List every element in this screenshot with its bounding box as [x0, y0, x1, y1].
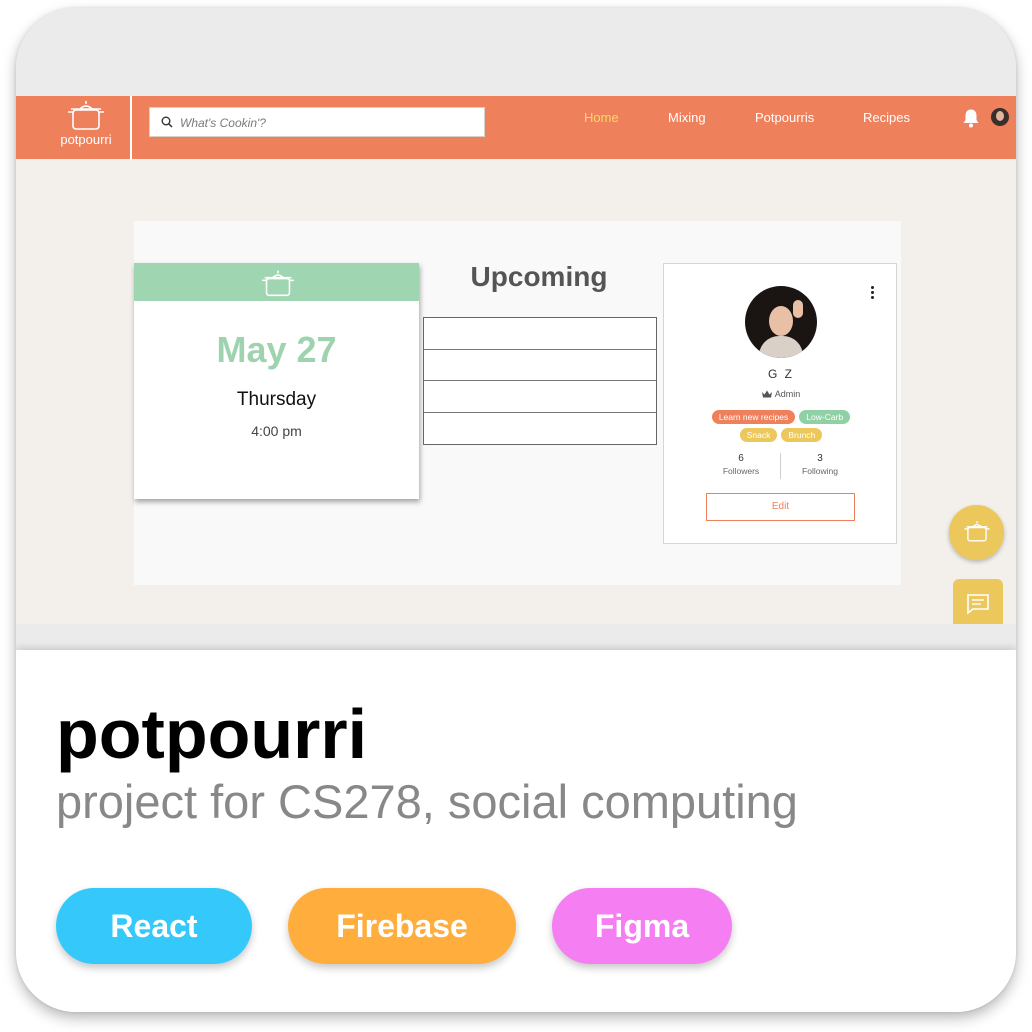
search-bar — [149, 107, 485, 137]
chat-button[interactable] — [953, 579, 1003, 624]
upcoming-row[interactable] — [424, 413, 656, 445]
search-input[interactable] — [180, 113, 470, 133]
pot-icon — [68, 101, 104, 130]
navbar: potpourri Home Mixing Potpourris Recipes — [16, 96, 1016, 159]
date-card: May 27 Thursday 4:00 pm — [134, 263, 419, 499]
dashboard-panel: May 27 Thursday 4:00 pm Upcoming G Z Adm… — [134, 221, 901, 585]
tech-badge-figma: Figma — [552, 888, 732, 964]
nav-potpourris[interactable]: Potpourris — [755, 110, 814, 125]
event-date: May 27 — [216, 329, 337, 370]
project-card: potpourri Home Mixing Potpourris Recipes — [16, 8, 1016, 1012]
profile-role-label: Admin — [774, 389, 801, 399]
nav-recipes[interactable]: Recipes — [863, 110, 910, 125]
project-title: potpourri — [56, 695, 368, 773]
project-subtitle: project for CS278, social computing — [56, 775, 798, 828]
app-window: potpourri Home Mixing Potpourris Recipes — [16, 96, 1016, 624]
nav-home[interactable]: Home — [584, 110, 619, 125]
nav-mixing[interactable]: Mixing — [668, 110, 706, 125]
tech-badge-react: React — [56, 888, 252, 964]
tag-snack[interactable]: Snack — [739, 428, 778, 442]
event-time: 4:00 pm — [251, 423, 302, 439]
chat-icon — [967, 594, 989, 615]
upcoming-row[interactable] — [424, 350, 656, 381]
crown-icon — [761, 390, 772, 398]
tech-badge-firebase: Firebase — [288, 888, 516, 964]
profile-avatar — [745, 286, 817, 358]
tag-low-carb[interactable]: Low-Carb — [799, 410, 851, 424]
profile-role: Admin — [664, 389, 898, 399]
bell-icon[interactable] — [962, 108, 980, 128]
upcoming-row[interactable] — [424, 318, 656, 350]
date-card-header — [134, 263, 419, 301]
app-screenshot: potpourri Home Mixing Potpourris Recipes — [16, 8, 1016, 650]
tag-learn-new-recipes[interactable]: Learn new recipes — [711, 410, 796, 424]
pot-icon — [262, 270, 294, 297]
logo-text: potpourri — [60, 132, 112, 147]
pot-fab-button[interactable] — [949, 505, 1004, 560]
profile-name: G Z — [768, 367, 794, 381]
profile-card: G Z Admin Learn new recipes Low-Carb Snac… — [663, 263, 897, 544]
more-options-icon[interactable] — [867, 286, 877, 302]
upcoming-title: Upcoming — [470, 261, 608, 292]
following-stat[interactable]: 3 Following — [770, 453, 870, 476]
tag-list: Learn new recipes Low-Carb Snack Brunch — [664, 410, 898, 446]
nav-divider — [130, 96, 132, 159]
following-count: 3 — [817, 453, 823, 464]
search-icon — [161, 116, 173, 128]
event-day: Thursday — [236, 389, 317, 410]
user-avatar[interactable] — [991, 108, 1009, 126]
tag-brunch[interactable]: Brunch — [781, 428, 823, 442]
following-label: Following — [802, 466, 838, 476]
upcoming-list — [423, 317, 657, 445]
edit-profile-button[interactable]: Edit — [706, 493, 855, 521]
pot-icon — [964, 521, 990, 542]
project-info: potpourri project for CS278, social comp… — [16, 650, 1016, 1012]
profile-stats: 6 Followers 3 Following — [664, 453, 898, 481]
upcoming-row[interactable] — [424, 381, 656, 413]
logo[interactable]: potpourri — [56, 98, 116, 154]
